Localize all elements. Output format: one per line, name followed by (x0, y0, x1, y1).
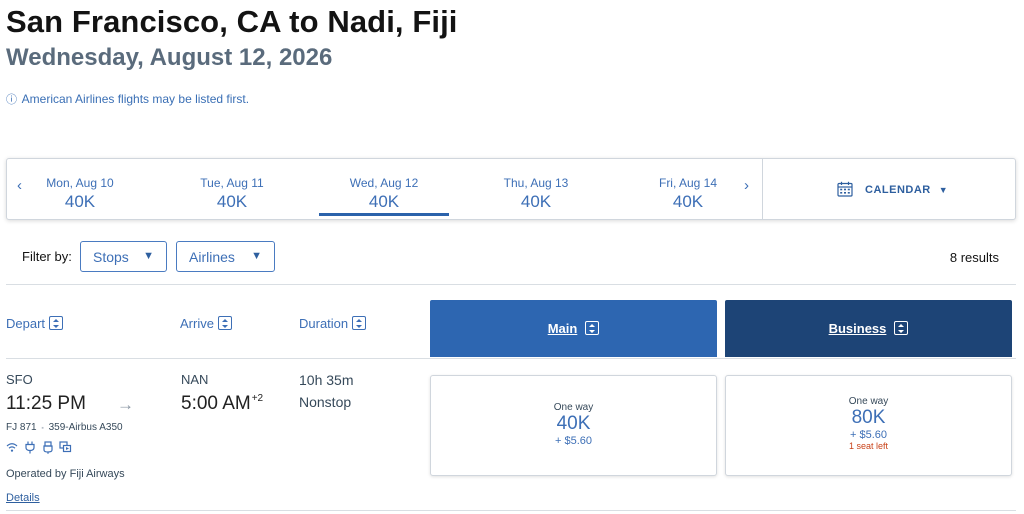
date-label: Thu, Aug 13 (503, 176, 569, 190)
calendar-button[interactable]: CALENDAR ▼ (837, 181, 948, 197)
fare-taxes: + $5.60 (554, 435, 592, 447)
depart-time: 11:25 PM (6, 393, 86, 414)
flight-stops: Nonstop (299, 394, 352, 410)
fare-type: One way (848, 396, 889, 407)
sort-icon (585, 321, 600, 335)
origin-code: SFO (6, 372, 33, 387)
divider (762, 159, 763, 219)
fare-points: 80K (851, 407, 886, 428)
date-selector: ‹ Mon, Aug 10 40K Tue, Aug 11 40K Wed, A… (6, 158, 1016, 220)
caret-down-icon: ▼ (938, 185, 949, 195)
flight-duration: 10h 35m (299, 372, 354, 388)
date-label: Mon, Aug 10 (46, 176, 114, 190)
power-icon (25, 441, 35, 454)
sort-icon (352, 316, 367, 330)
date-option-selected[interactable]: Wed, Aug 12 40K (319, 159, 449, 219)
main-cabin-label: Main (547, 321, 578, 336)
operated-by: Operated by Fiji Airways (6, 468, 125, 480)
calendar-icon (837, 181, 853, 197)
date-price: 40K (520, 192, 552, 211)
arrive-header: Arrive (180, 316, 214, 331)
fare-type: One way (553, 402, 594, 413)
destination-code: NAN (181, 372, 209, 387)
stops-filter-button[interactable]: Stops ▼ (80, 241, 167, 272)
divider (6, 284, 1016, 285)
sort-icon (894, 321, 909, 335)
caret-down-icon: ▼ (251, 250, 262, 262)
arrive-time: 5:00 AM (181, 393, 251, 414)
travel-date: Wednesday, August 12, 2026 (6, 44, 333, 71)
date-label: Fri, Aug 14 (658, 176, 718, 190)
date-label: Tue, Aug 11 (200, 176, 264, 190)
entertainment-icon (59, 441, 72, 453)
date-option[interactable]: Thu, Aug 13 40K (471, 159, 601, 219)
date-option[interactable]: Fri, Aug 14 40K (623, 159, 753, 219)
sort-icon (217, 316, 232, 330)
fare-points: 40K (556, 413, 591, 434)
divider (6, 358, 1016, 359)
usb-icon (43, 441, 53, 454)
business-fare-option[interactable]: One way 80K + $5.60 1 seat left (725, 375, 1012, 476)
separator: ▪ (41, 425, 44, 432)
date-label: Wed, Aug 12 (349, 176, 419, 190)
arrow-right-icon: → (117, 395, 134, 414)
airlines-filter-label: Airlines (189, 248, 235, 265)
arrive-time-wrap: 5:00 AM+2 (181, 393, 263, 415)
date-price: 40K (672, 192, 704, 211)
main-cabin-header[interactable]: Main (430, 300, 717, 357)
sort-depart[interactable]: Depart (6, 316, 64, 331)
duration-header: Duration (299, 316, 349, 331)
date-option[interactable]: Mon, Aug 10 40K (15, 159, 145, 219)
depart-header: Depart (6, 316, 46, 331)
calendar-label: CALENDAR (865, 184, 931, 196)
filter-label: Filter by: (22, 249, 72, 264)
wifi-icon (6, 443, 18, 452)
details-link[interactable]: Details (6, 492, 40, 504)
airlines-filter-button[interactable]: Airlines ▼ (176, 241, 275, 272)
sort-icon (49, 316, 64, 330)
notice: ⓘ American Airlines flights may be liste… (6, 91, 249, 107)
business-cabin-label: Business (828, 321, 887, 336)
divider (6, 510, 1016, 511)
info-icon: ⓘ (6, 94, 17, 106)
seat-availability: 1 seat left (848, 441, 889, 451)
notice-text: American Airlines flights may be listed … (21, 92, 250, 106)
date-price: 40K (64, 192, 96, 211)
page-title: San Francisco, CA to Nadi, Fiji (6, 4, 458, 39)
sort-duration[interactable]: Duration (299, 316, 367, 331)
fare-taxes: + $5.60 (849, 429, 887, 441)
main-fare-option[interactable]: One way 40K + $5.60 (430, 375, 717, 476)
results-count: 8 results (949, 250, 999, 265)
flight-number: FJ 871 (6, 422, 37, 433)
sort-arrive[interactable]: Arrive (180, 316, 232, 331)
caret-down-icon: ▼ (143, 250, 154, 262)
date-price: 40K (368, 192, 400, 211)
flight-info: FJ 871 ▪ 359-Airbus A350 (6, 422, 123, 433)
day-offset: +2 (251, 393, 264, 404)
stops-filter-label: Stops (93, 248, 129, 265)
aircraft: 359-Airbus A350 (48, 422, 123, 433)
date-price: 40K (216, 192, 248, 211)
business-cabin-header[interactable]: Business (725, 300, 1012, 357)
date-option[interactable]: Tue, Aug 11 40K (167, 159, 297, 219)
chevron-right-icon[interactable]: › (744, 177, 749, 194)
